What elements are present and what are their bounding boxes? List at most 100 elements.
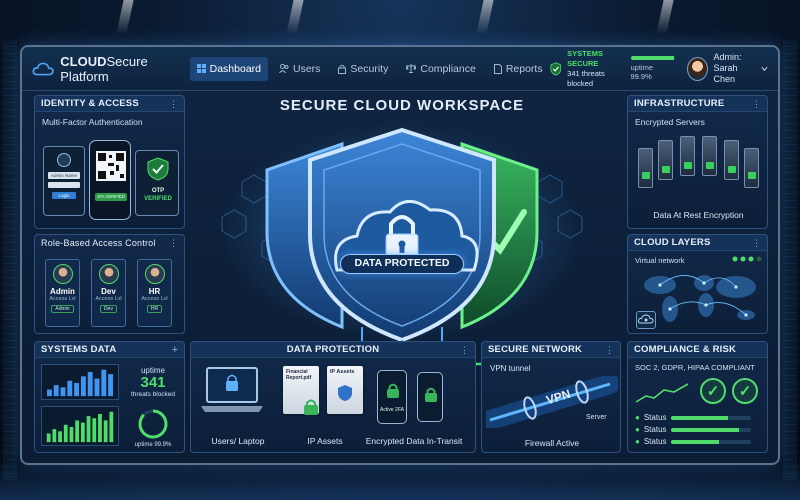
transit-caption: Encrypted Data In-Transit (365, 436, 463, 446)
more-options-icon[interactable]: ⋮ (169, 239, 178, 248)
data-protection-panel: DATA PROTECTION ⋮ Financial Report.pdf IP… (190, 341, 476, 453)
more-options-icon[interactable]: ⋮ (605, 345, 614, 354)
status-label: Status (643, 425, 667, 434)
status-bar (670, 439, 751, 444)
financial-report-document[interactable]: Financial Report.pdf (283, 366, 319, 415)
status-dots (732, 256, 762, 262)
more-options-icon[interactable]: ⋮ (752, 99, 761, 108)
lock-icon (338, 64, 347, 74)
chevron-down-icon (761, 66, 768, 71)
status-label: Status (643, 437, 667, 446)
data-protected-badge: DATA PROTECTED (340, 254, 464, 274)
role-chip: Admin (51, 305, 74, 313)
ip-assets-document[interactable]: IP Assets (327, 366, 363, 414)
nav-label: Dashboard (209, 62, 261, 75)
password-field[interactable] (48, 182, 80, 188)
status-bar-fill (670, 415, 729, 420)
infrastructure-panel: INFRASTRUCTURE ⋮ Encrypted Servers Data A… (627, 95, 768, 229)
nav-reports[interactable]: Reports (487, 57, 550, 81)
role-name: Dev (101, 287, 116, 296)
app-logo[interactable]: CLOUDSecure Platform (32, 54, 190, 84)
add-icon[interactable]: + (172, 344, 178, 355)
role-access-level: Access Lvl (95, 296, 122, 302)
uptime-indicator: uptime 99.9% (630, 56, 675, 81)
main-nav: Dashboard Users Security Compliance Repo… (189, 56, 550, 81)
uptime-bar-fill (630, 56, 675, 60)
document-label: IP Assets (330, 369, 355, 375)
panel-title: SECURE NETWORK (488, 344, 583, 355)
qr-code-icon (96, 151, 126, 181)
avatar (52, 264, 73, 284)
chart-bar (108, 374, 114, 397)
nav-label: Compliance (420, 62, 476, 75)
admin-label: Admin: (713, 52, 742, 62)
role-card-hr[interactable]: HR Access Lvl HR (137, 259, 172, 327)
more-options-icon[interactable]: ⋮ (169, 99, 178, 108)
chart-bar (46, 389, 52, 397)
status-row: ● Status (635, 413, 751, 422)
panel-subtitle: Multi-Factor Authentication (42, 117, 143, 127)
users-icon (279, 64, 289, 73)
nav-compliance[interactable]: Compliance (399, 57, 482, 81)
trend-line-chart (635, 383, 689, 403)
check-circle-icon: ✓ (732, 378, 758, 404)
panel-title: CLOUD LAYERS (634, 237, 711, 248)
status-label: Status (643, 413, 667, 422)
login-name-field[interactable]: Admin Name (48, 172, 80, 179)
nav-label: Reports (505, 62, 543, 75)
chart-bar (98, 413, 102, 443)
chart-bar (80, 422, 85, 443)
nav-users[interactable]: Users (272, 57, 327, 81)
mobile-device (417, 372, 443, 422)
uptime-text: uptime 99.9% (134, 442, 172, 448)
page-title: SECURE CLOUD WORKSPACE (279, 97, 525, 114)
status-row: ● Status (635, 425, 751, 434)
panel-title: COMPLIANCE & RISK (634, 344, 737, 355)
shield-icon (338, 385, 352, 401)
ceiling-light (116, 0, 134, 34)
lock-icon (304, 399, 318, 415)
chart-bar (101, 369, 107, 397)
otp-verified-label: VERIFIED (144, 196, 172, 202)
secure-network-panel: SECURE NETWORK ⋮ VPN tunnel VPN Server Fi… (481, 341, 621, 453)
chart-bar (109, 411, 114, 443)
chart-bar (80, 376, 86, 397)
otp-label: OTP (151, 188, 165, 194)
check-circle-icon: ✓ (700, 378, 726, 404)
status-dot-icon: ● (635, 413, 640, 422)
user-menu[interactable]: Admin: Sarah Chen (686, 52, 769, 85)
lock-icon (387, 383, 399, 398)
more-options-icon[interactable]: ⋮ (460, 345, 469, 354)
panel-title: IDENTITY & ACCESS (41, 98, 139, 109)
floor-glow (0, 460, 800, 500)
nav-security[interactable]: Security (331, 57, 395, 81)
vpn-tunnel-label: VPN tunnel (490, 364, 531, 373)
role-access-level: Access Lvl (49, 296, 76, 302)
threats-blocked-text: 341 threats blocked (567, 68, 605, 88)
ceiling-light (286, 0, 304, 34)
chart-bar (60, 387, 66, 397)
chart-bar (46, 433, 51, 443)
chart-bar (53, 385, 59, 397)
role-card-admin[interactable]: Admin Access Lvl Admin (45, 259, 80, 327)
cloud-settings-button[interactable] (636, 311, 656, 329)
chart-bar (63, 424, 68, 443)
role-name: Admin (50, 287, 75, 296)
compliance-standards: SOC 2, GDPR, HIPAA COMPLIANT (635, 363, 755, 372)
user-icon (57, 153, 71, 167)
more-options-icon[interactable]: ⋮ (752, 238, 761, 247)
status-row: ● Status (635, 437, 751, 446)
status-bar-fill (670, 427, 739, 432)
login-button[interactable]: Login (52, 192, 76, 199)
chart-bar (74, 382, 80, 397)
otp-card: OTP VERIFIED (135, 150, 179, 216)
server-rack-background (3, 40, 17, 480)
status-dot-icon: ● (635, 437, 640, 446)
firewall-status: Firewall Active (524, 438, 580, 448)
role-card-dev[interactable]: Dev Access Lvl Dev (91, 259, 126, 327)
chart-bar (75, 420, 80, 443)
threat-count: 341 (140, 374, 166, 391)
identity-access-panel: IDENTITY & ACCESS ⋮ Multi-Factor Authenti… (34, 95, 185, 229)
panel-subtitle: Encrypted Servers (635, 117, 705, 127)
nav-dashboard[interactable]: Dashboard (189, 56, 268, 81)
